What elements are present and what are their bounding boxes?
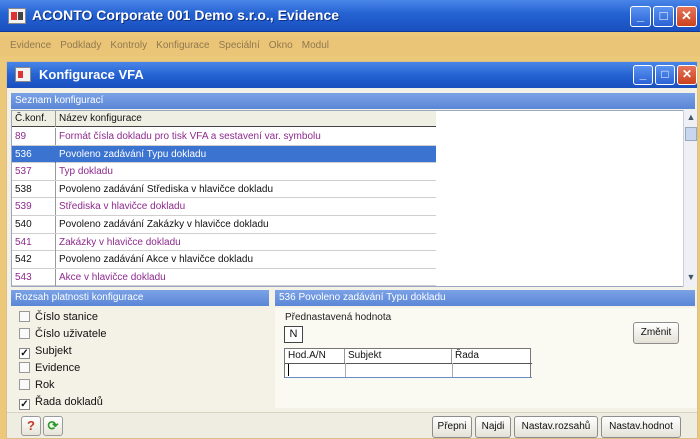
scroll-up-icon[interactable]: ▲	[684, 110, 697, 124]
menu-podklady[interactable]: Podklady	[57, 36, 104, 51]
row-number: 541	[12, 233, 56, 251]
change-button[interactable]: Změnit	[633, 322, 679, 344]
table-row[interactable]: 537 Typ dokladu	[12, 163, 436, 181]
scope-header: Rozsah platnosti konfigurace	[11, 290, 269, 306]
table-row-selected[interactable]: 536 Povoleno zadávání Typu dokladu	[12, 145, 436, 164]
close-button[interactable]: ✕	[676, 6, 697, 27]
grid-rows: 89 Formát čísla dokladu pro tisk VFA a s…	[12, 128, 436, 286]
dialog-maximize-button[interactable]: □	[655, 65, 675, 85]
dialog-title-bar: Konfigurace VFA _ □ ✕	[7, 62, 697, 88]
checkbox-label: Subjekt	[35, 345, 72, 357]
checkbox-evidence[interactable]: Evidence	[19, 361, 80, 377]
nastav-hodnot-button[interactable]: Nastav.hodnot	[601, 416, 681, 438]
menu-specialni[interactable]: Speciální	[216, 36, 263, 51]
grid-header: Č.konf. Název konfigurace	[12, 111, 436, 127]
column-header-number[interactable]: Č.konf.	[12, 111, 56, 127]
checkbox-label: Číslo uživatele	[35, 328, 107, 340]
column-header-subjekt[interactable]: Subjekt	[345, 349, 452, 363]
prepni-button[interactable]: Přepni	[432, 416, 472, 438]
menu-kontroly[interactable]: Kontroly	[107, 36, 150, 51]
menu-evidence[interactable]: Evidence	[0, 36, 54, 51]
minimize-button[interactable]: _	[630, 6, 651, 27]
dialog-title: Konfigurace VFA	[39, 67, 144, 82]
checkbox-box[interactable]	[19, 311, 30, 322]
table-row[interactable]: 89 Formát čísla dokladu pro tisk VFA a s…	[12, 128, 436, 146]
preset-value-field[interactable]: N	[284, 326, 303, 343]
column-header-hodnota[interactable]: Hod.A/N	[285, 349, 345, 363]
config-dialog: Konfigurace VFA _ □ ✕ Seznam konfigurací…	[6, 61, 698, 439]
checkbox-label: Rok	[35, 379, 55, 391]
text-cursor	[288, 364, 289, 376]
checkbox-label: Číslo stanice	[35, 311, 98, 323]
row-name: Povoleno zadávání Typu dokladu	[59, 148, 207, 160]
grid-divider	[285, 363, 532, 364]
checkbox-rada-dokladu[interactable]: ✓ Řada dokladů	[19, 395, 103, 411]
row-name: Typ dokladu	[59, 166, 113, 178]
menu-okno[interactable]: Okno	[266, 36, 296, 51]
dialog-minimize-button[interactable]: _	[633, 65, 653, 85]
row-number: 539	[12, 198, 56, 216]
table-row[interactable]: 538 Povoleno zadávání Střediska v hlavič…	[12, 180, 436, 199]
najdi-button[interactable]: Najdi	[475, 416, 511, 438]
checkbox-box[interactable]	[19, 379, 30, 390]
nastav-rozsahu-button[interactable]: Nastav.rozsahů	[514, 416, 598, 438]
row-name: Akce v hlavičce dokladu	[59, 271, 166, 283]
app-title: ACONTO Corporate 001 Demo s.r.o., Eviden…	[32, 7, 340, 23]
column-header-name[interactable]: Název konfigurace	[56, 111, 436, 127]
grid-divider	[345, 363, 346, 377]
row-number: 540	[12, 215, 56, 233]
dialog-close-button[interactable]: ✕	[677, 65, 697, 85]
grid-divider	[285, 377, 532, 378]
row-number: 536	[12, 145, 56, 163]
checkbox-cislo-uzivatele[interactable]: Číslo uživatele	[19, 327, 107, 343]
detail-header: 536 Povoleno zadávání Typu dokladu	[275, 290, 695, 306]
refresh-icon[interactable]: ⟳	[43, 416, 63, 436]
checkbox-label: Řada dokladů	[35, 396, 103, 408]
dialog-icon	[15, 67, 31, 82]
row-number: 537	[12, 163, 56, 181]
checkbox-rok[interactable]: Rok	[19, 378, 55, 394]
checkbox-box[interactable]	[19, 328, 30, 339]
config-list-header: Seznam konfigurací	[11, 93, 695, 109]
row-number: 89	[12, 128, 56, 145]
row-name: Formát čísla dokladu pro tisk VFA a sest…	[59, 131, 321, 142]
detail-panel: Přednastavená hodnota N Změnit Hod.A/N S…	[275, 308, 697, 408]
row-name: Povoleno zadávání Střediska v hlavičce d…	[59, 183, 274, 195]
help-icon[interactable]: ?	[21, 416, 41, 436]
scroll-thumb[interactable]	[685, 127, 697, 141]
table-row[interactable]: 540 Povoleno zadávání Zakázky v hlavičce…	[12, 215, 436, 234]
bottom-toolbar: ? ⟳ Přepni Najdi Nastav.rozsahů Nastav.h…	[7, 412, 697, 438]
row-number: 542	[12, 251, 56, 269]
preset-label: Přednastavená hodnota	[285, 312, 392, 323]
check-icon[interactable]: ✓	[19, 348, 30, 359]
checkbox-box[interactable]	[19, 362, 30, 373]
menu-konfigurace[interactable]: Konfigurace	[153, 36, 212, 51]
value-grid: Hod.A/N Subjekt Řada	[284, 348, 532, 378]
row-number: 543	[12, 268, 56, 286]
check-icon[interactable]: ✓	[19, 399, 30, 410]
table-row[interactable]: 539 Střediska v hlavičce dokladu	[12, 198, 436, 216]
table-row[interactable]: 542 Povoleno zadávání Akce v hlavičce do…	[12, 251, 436, 269]
table-row[interactable]: 541 Zakázky v hlavičce dokladu	[12, 233, 436, 252]
maximize-button[interactable]: □	[653, 6, 674, 27]
grid-scrollbar[interactable]: ▲ ▼	[683, 110, 697, 287]
checkbox-subjekt[interactable]: ✓ Subjekt	[19, 344, 72, 360]
checkbox-cislo-stanice[interactable]: Číslo stanice	[19, 310, 98, 326]
config-grid: Č.konf. Název konfigurace 89 Formát čísl…	[11, 110, 685, 287]
app-logo-icon	[8, 8, 26, 24]
checkbox-label: Evidence	[35, 362, 81, 374]
table-row[interactable]: 543 Akce v hlavičce dokladu	[12, 268, 436, 286]
app-title-bar: ACONTO Corporate 001 Demo s.r.o., Eviden…	[0, 0, 700, 32]
menu-modul[interactable]: Modul	[299, 36, 332, 51]
column-header-rada[interactable]: Řada	[452, 349, 532, 363]
row-name: Povoleno zadávání Akce v hlavičce doklad…	[59, 254, 254, 266]
menu-bar: Evidence Podklady Kontroly Konfigurace S…	[0, 36, 700, 56]
row-name: Střediska v hlavičce dokladu	[59, 201, 186, 213]
row-name: Zakázky v hlavičce dokladu	[59, 236, 181, 248]
scroll-down-icon[interactable]: ▼	[684, 270, 697, 284]
row-name: Povoleno zadávání Zakázky v hlavičce dok…	[59, 218, 269, 230]
row-number: 538	[12, 180, 56, 198]
grid-divider	[452, 363, 453, 377]
